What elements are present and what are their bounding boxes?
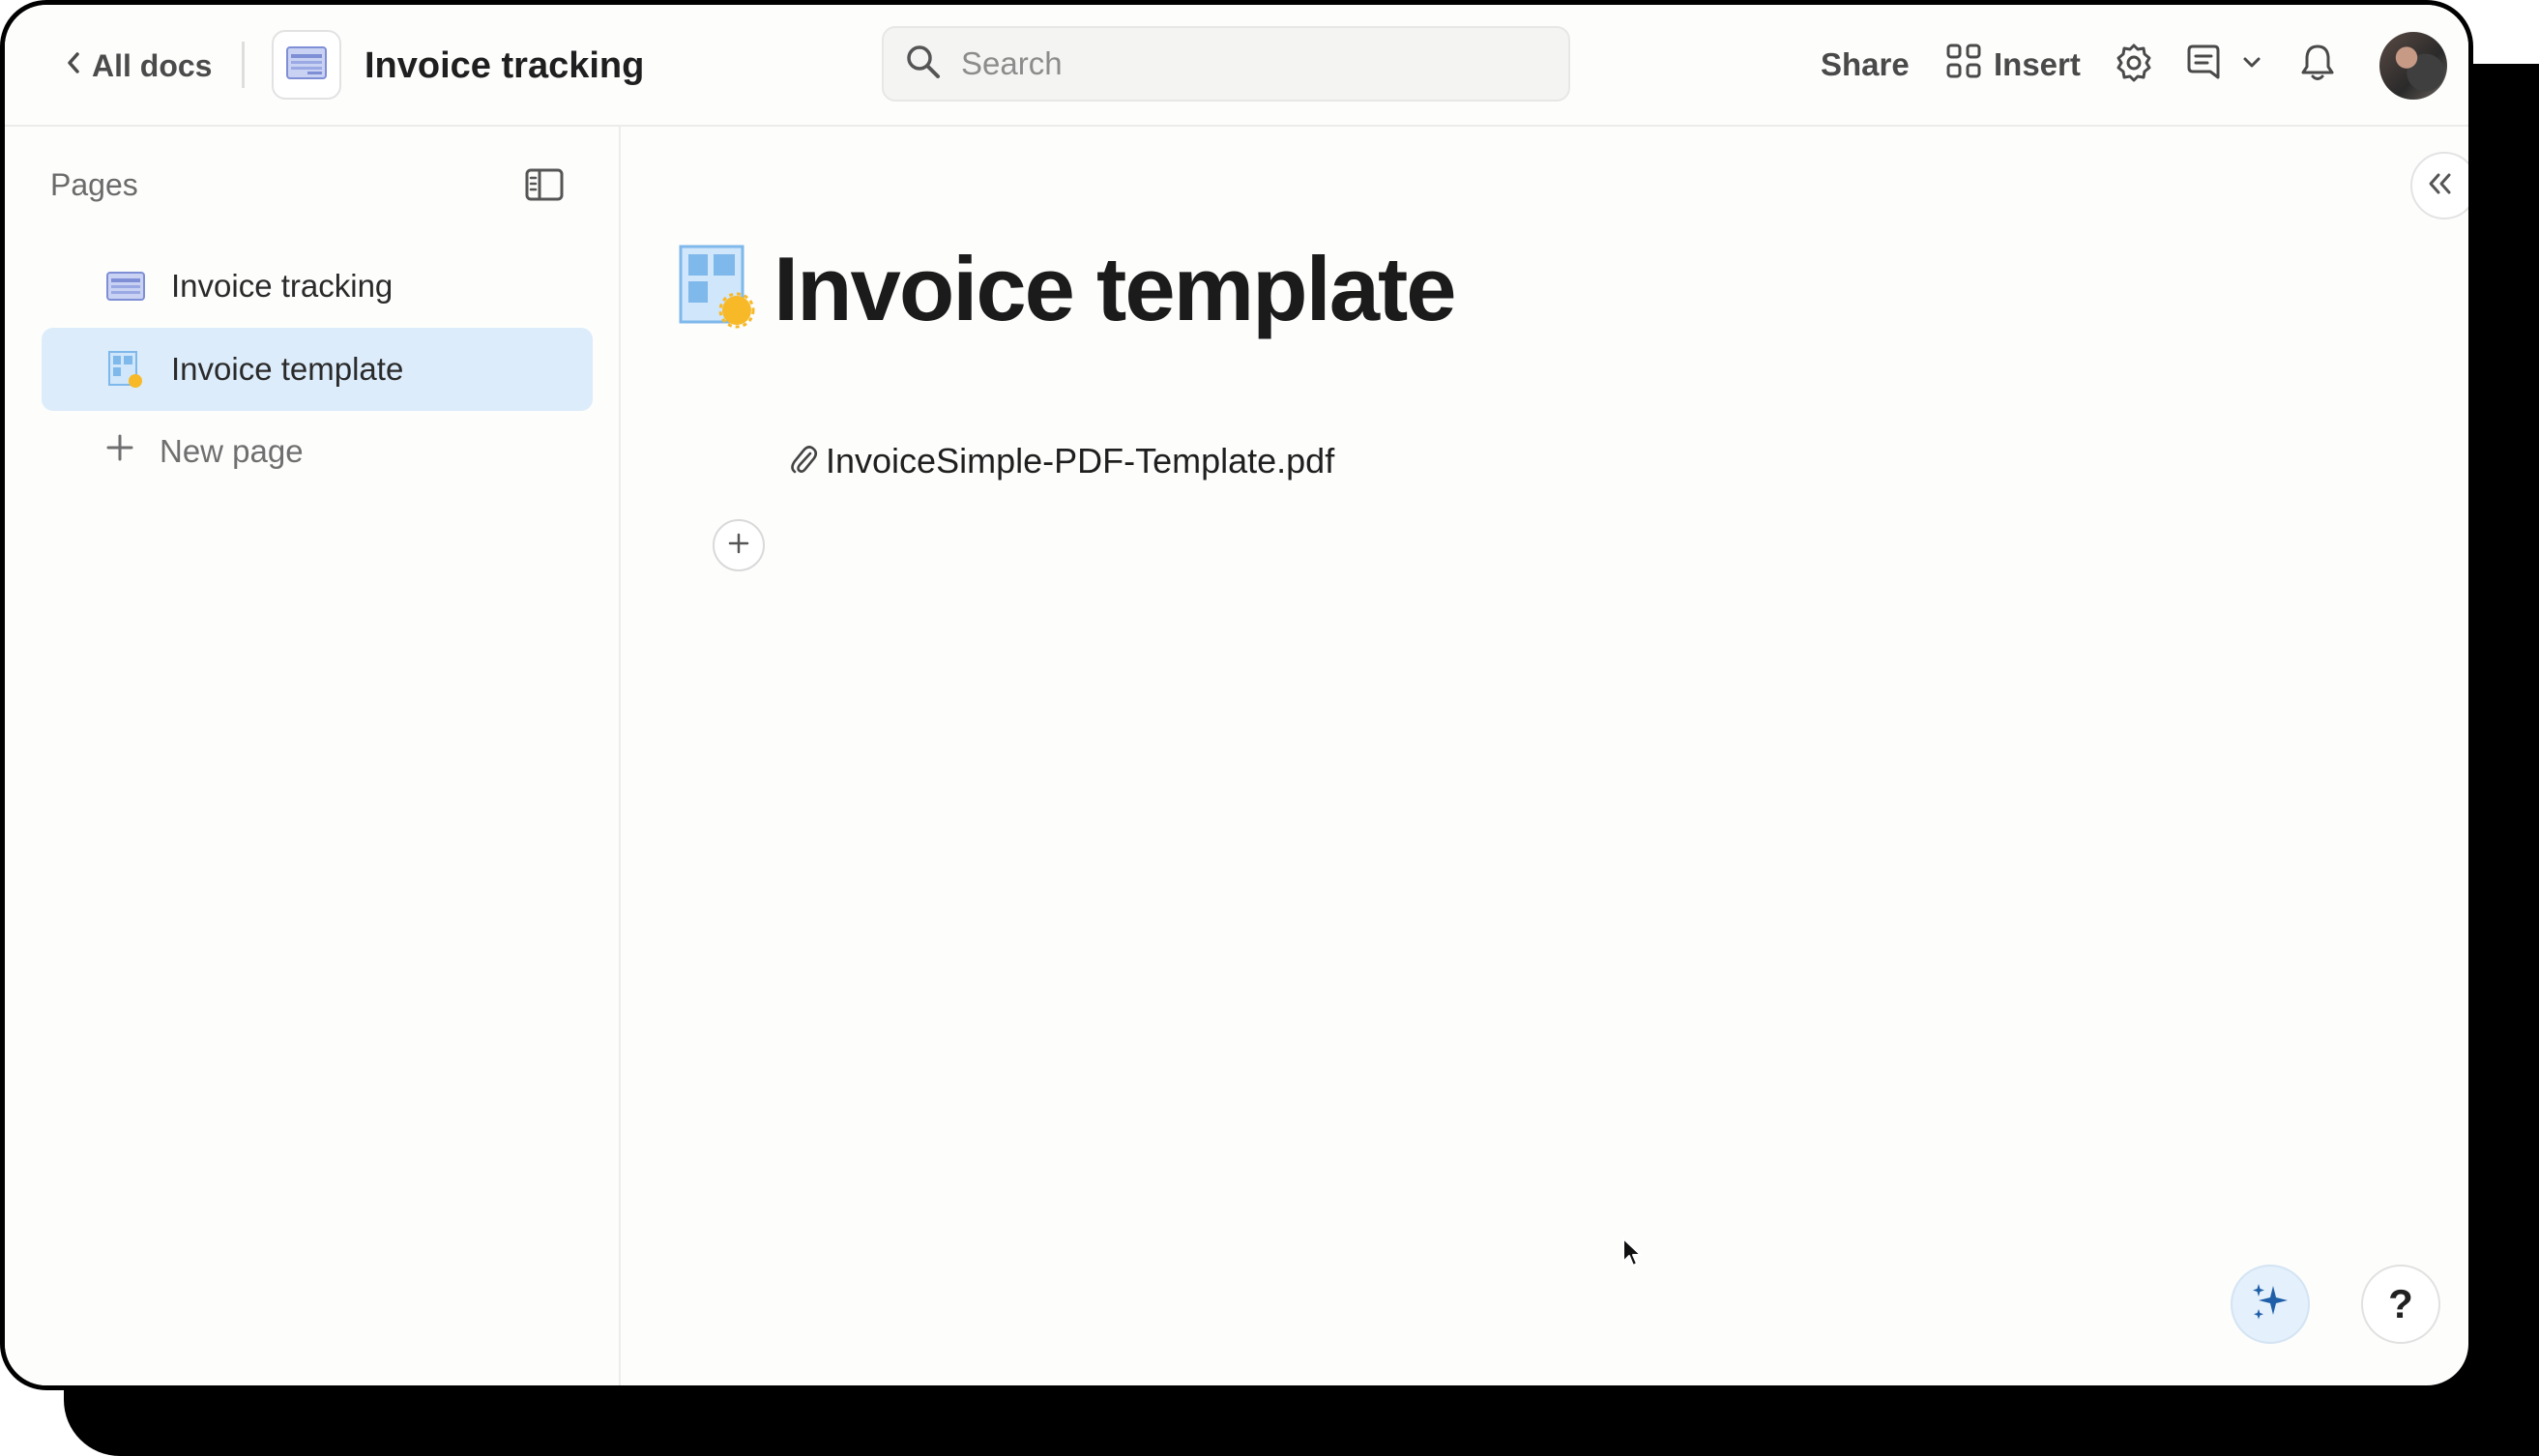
page-header: Invoice template [677,243,1457,335]
sparkle-icon [2248,1280,2292,1329]
grid-icon [1945,43,1982,87]
plus-icon [727,532,750,560]
collapse-panel-button[interactable] [2410,152,2468,219]
insert-button[interactable]: Insert [1945,38,2081,92]
chevron-down-icon [2241,55,2262,75]
insert-label: Insert [1994,46,2081,82]
doc-icon-button[interactable] [272,30,341,100]
sidebar-item-invoice-tracking[interactable]: Invoice tracking [42,245,593,328]
sidebar-item-invoice-template[interactable]: Invoice template [42,328,593,411]
comments-dropdown[interactable] [2234,40,2269,90]
app-window: All docs Invoice tracking Share [0,0,2473,1390]
plus-icon [105,433,134,470]
template-page-icon [105,349,146,390]
pages-sidebar: Pages Invoice tracking Invoice template … [5,127,621,1385]
top-bar: All docs Invoice tracking Share [5,5,2468,127]
comment-icon [2183,43,2224,88]
share-button[interactable]: Share [1821,38,1910,92]
header-divider [242,42,245,88]
notifications-button[interactable] [2292,40,2343,90]
search-input[interactable] [959,44,1524,83]
sidebar-item-label: Invoice tracking [171,268,394,304]
bell-icon [2298,43,2337,88]
help-label: ? [2388,1281,2413,1326]
all-docs-label: All docs [92,47,213,83]
comments-button[interactable] [2178,40,2229,90]
settings-button[interactable] [2109,40,2159,90]
new-page-button[interactable]: New page [105,422,304,480]
double-chevron-left-icon [2426,171,2455,201]
all-docs-link[interactable]: All docs [65,42,212,90]
paperclip-icon [789,442,818,481]
ai-assistant-button[interactable] [2231,1265,2310,1344]
main-content: Invoice template InvoiceSimple-PDF-Templ… [621,127,2468,1385]
template-page-icon[interactable] [677,243,756,335]
attachment-filename: InvoiceSimple-PDF-Template.pdf [826,441,1335,480]
help-button[interactable]: ? [2361,1265,2440,1344]
search-box[interactable] [882,26,1570,102]
add-block-button[interactable] [713,519,765,571]
share-label: Share [1821,46,1910,82]
page-title[interactable]: Invoice template [773,243,1457,335]
gear-icon [2114,43,2154,88]
table-doc-icon [286,45,327,84]
pages-heading: Pages [50,167,138,202]
doc-title[interactable]: Invoice tracking [365,42,644,90]
new-page-label: New page [160,433,304,469]
file-attachment[interactable]: InvoiceSimple-PDF-Template.pdf [789,432,1334,490]
chevron-left-icon [65,48,82,84]
search-icon [905,44,942,85]
toggle-sidebar-button[interactable] [521,163,568,210]
mouse-cursor-icon [1621,1237,1645,1274]
sidebar-item-label: Invoice template [171,351,404,387]
table-doc-icon [105,266,146,306]
user-avatar[interactable] [2379,32,2447,100]
sidebar-panel-icon [525,168,564,206]
